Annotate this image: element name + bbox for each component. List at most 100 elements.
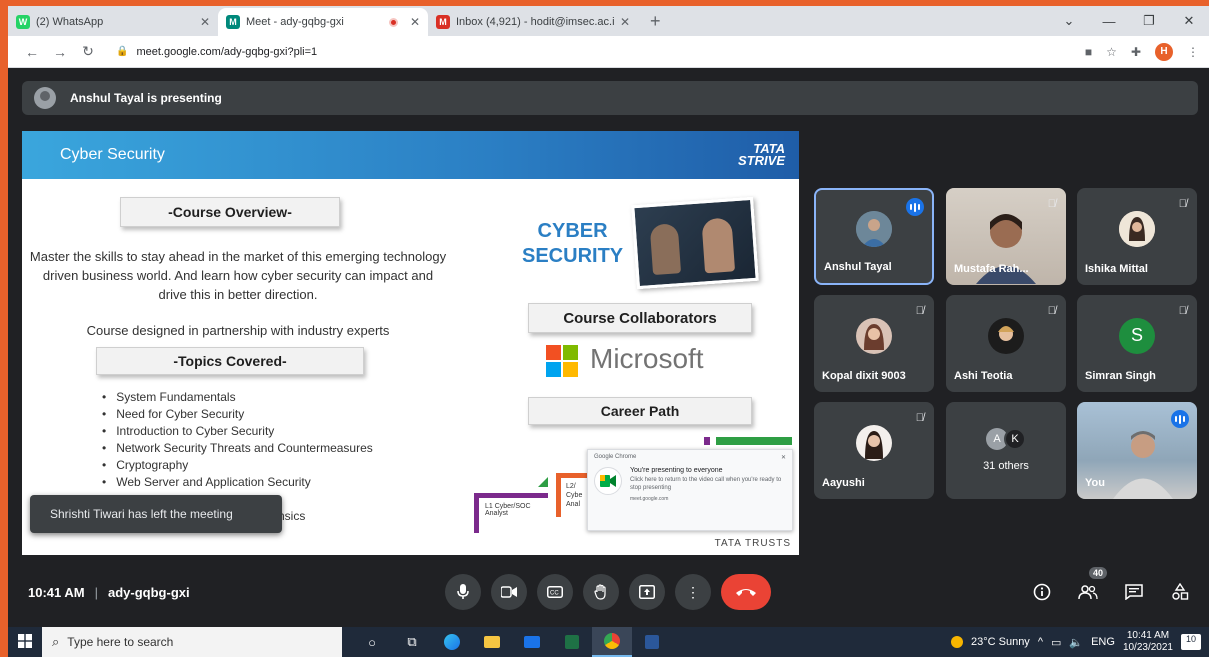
new-tab-button[interactable]: +	[638, 11, 673, 36]
system-tray: 23°C Sunny ^ ▭ 🔈 ENG 10:41 AM 10/23/2021…	[950, 627, 1201, 657]
tray-chevron-icon[interactable]: ^	[1038, 636, 1043, 648]
chrome-icon[interactable]	[592, 627, 632, 657]
participant-tile[interactable]: Anshul Tayal	[814, 188, 934, 285]
notification-desc: Click here to return to the video call w…	[630, 477, 782, 491]
people-button[interactable]: 40	[1077, 567, 1107, 603]
window-controls: ⌄ — ❐ ✕	[1049, 6, 1209, 36]
extensions-icon[interactable]: ✚	[1131, 45, 1141, 59]
windows-taskbar: ⌕ Type here to search ○ ⧉ 23°C Sunny ^ ▭…	[8, 627, 1209, 657]
presenter-text: Anshul Tayal is presenting	[70, 91, 222, 105]
participant-tile[interactable]: 🎙̸ Ishika Mittal	[1077, 188, 1197, 285]
cortana-icon[interactable]: ○	[352, 627, 392, 657]
tab-gmail[interactable]: M Inbox (4,921) - hodit@imsec.ac.in ✕	[428, 8, 638, 36]
tab-meet[interactable]: M Meet - ady-gqbg-gxi ✕	[218, 8, 428, 36]
file-explorer-icon[interactable]	[472, 627, 512, 657]
video-camera-icon	[501, 586, 517, 598]
lock-icon[interactable]: 🔒	[116, 46, 128, 57]
task-view-icon[interactable]: ⧉	[392, 627, 432, 657]
tab-title: Meet - ady-gqbg-gxi	[246, 16, 344, 28]
participant-tile[interactable]: 🎙̸ Aayushi	[814, 402, 934, 499]
microsoft-logo-icon	[546, 345, 578, 377]
minimize-button[interactable]: —	[1089, 14, 1129, 29]
left-meeting-toast: Shrishti Tiwari has left the meeting	[30, 495, 282, 533]
profile-avatar[interactable]: H	[1155, 42, 1173, 61]
mail-icon[interactable]	[512, 627, 552, 657]
windows-start-icon[interactable]	[8, 633, 42, 651]
meeting-time: 10:41 AM	[28, 585, 85, 600]
bookmark-star-icon[interactable]: ☆	[1106, 45, 1117, 59]
edge-icon[interactable]	[432, 627, 472, 657]
presenter-avatar	[34, 87, 56, 109]
topic-item: Network Security Threats and Countermeas…	[102, 440, 373, 457]
career-bar	[716, 437, 792, 445]
clock[interactable]: 10:41 AM 10/23/2021	[1123, 630, 1173, 654]
notification-host: meet.google.com	[630, 496, 669, 502]
participant-tile[interactable]: 🎙̸ Kopal dixit 9003	[814, 295, 934, 392]
course-collaborators-label: Course Collaborators	[528, 303, 752, 333]
search-icon: ⌕	[52, 634, 60, 649]
self-video	[1113, 431, 1173, 499]
microphone-icon	[457, 584, 469, 599]
captions-button[interactable]: CC	[537, 574, 573, 610]
close-icon[interactable]: ✕	[200, 15, 210, 29]
participant-tile-self[interactable]: You	[1077, 402, 1197, 499]
back-icon[interactable]: ←	[18, 44, 46, 60]
activities-button[interactable]	[1169, 581, 1191, 603]
mic-off-icon: 🎙̸	[915, 305, 924, 317]
whatsapp-icon: W	[16, 15, 30, 29]
mic-off-icon: 🎙̸	[1047, 305, 1056, 317]
taskbar-search[interactable]: ⌕ Type here to search	[42, 627, 342, 657]
forward-icon[interactable]: →	[46, 44, 74, 60]
participant-name: You	[1085, 477, 1105, 489]
more-options-button[interactable]: ⋮	[675, 574, 711, 610]
language-indicator[interactable]: ENG	[1091, 636, 1115, 648]
participant-name: Ashi Teotia	[954, 370, 1013, 382]
presenter-bar: Anshul Tayal is presenting	[22, 81, 1198, 115]
close-icon[interactable]: ✕	[620, 15, 630, 29]
gmail-icon: M	[436, 15, 450, 29]
microphone-button[interactable]	[445, 574, 481, 610]
url-field[interactable]: 🔒 meet.google.com/ady-gqbg-gxi?pli=1	[110, 39, 1077, 64]
search-placeholder: Type here to search	[67, 635, 174, 649]
screen: W (2) WhatsApp ✕ M Meet - ady-gqbg-gxi ✕…	[8, 6, 1209, 657]
participant-tile[interactable]: 🎙̸ Ashi Teotia	[946, 295, 1066, 392]
tab-whatsapp[interactable]: W (2) WhatsApp ✕	[8, 8, 218, 36]
camera-button[interactable]	[491, 574, 527, 610]
menu-icon[interactable]: ⋮	[1187, 45, 1199, 59]
present-icon	[639, 585, 655, 599]
participant-count-badge: 40	[1088, 567, 1107, 579]
excel-icon[interactable]	[552, 627, 592, 657]
closed-captions-icon: CC	[547, 586, 563, 598]
weather-text[interactable]: 23°C Sunny	[971, 636, 1030, 648]
meeting-code: ady-gqbg-gxi	[108, 585, 190, 600]
presenting-notification[interactable]: Google Chrome ✕ You're presenting to eve…	[587, 449, 793, 531]
chat-button[interactable]	[1123, 581, 1145, 603]
career-bar	[704, 437, 710, 445]
leave-call-button[interactable]	[721, 574, 771, 610]
speaking-icon	[1171, 410, 1189, 428]
participant-name: Simran Singh	[1085, 370, 1156, 382]
participant-tile[interactable]: S 🎙̸ Simran Singh	[1077, 295, 1197, 392]
reload-icon[interactable]: ↻	[74, 43, 102, 60]
restore-button[interactable]: ❐	[1129, 13, 1169, 29]
participant-name: Anshul Tayal	[824, 261, 892, 273]
meeting-details-button[interactable]	[1031, 581, 1053, 603]
raise-hand-button[interactable]	[583, 574, 619, 610]
camera-icon[interactable]: ■	[1085, 45, 1092, 59]
cyber-security-heading: CYBER SECURITY	[522, 220, 624, 267]
network-icon[interactable]: ▭	[1051, 636, 1061, 649]
participant-tile[interactable]: 🎙̸ Mustafa Rah...	[946, 188, 1066, 285]
participant-tile[interactable]: A K 31 others	[946, 402, 1066, 499]
notification-center-icon[interactable]: 10	[1181, 634, 1201, 650]
career-path-label: Career Path	[528, 397, 752, 425]
present-screen-button[interactable]	[629, 574, 665, 610]
topics-covered-label: -Topics Covered-	[96, 347, 364, 375]
tab-search-button[interactable]: ⌄	[1049, 13, 1089, 29]
close-icon[interactable]: ✕	[781, 454, 786, 461]
close-icon[interactable]: ✕	[410, 15, 420, 29]
close-window-button[interactable]: ✕	[1169, 13, 1209, 29]
word-icon[interactable]	[632, 627, 672, 657]
hang-up-icon	[736, 589, 756, 596]
volume-icon[interactable]: 🔈	[1069, 636, 1083, 649]
overview-text: Master the skills to stay ahead in the m…	[29, 249, 447, 302]
